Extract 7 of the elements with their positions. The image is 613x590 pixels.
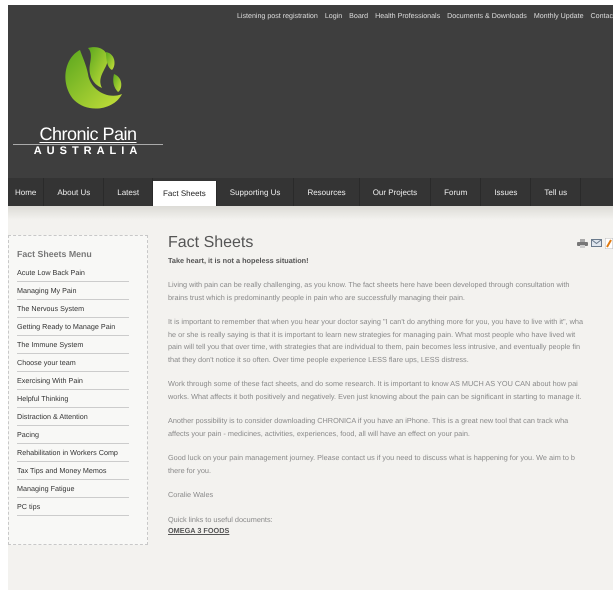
logo-title: Chronic Pain [39,124,137,145]
sidebar-title: Fact Sheets Menu [17,248,93,261]
print-icon[interactable] [577,238,588,248]
logo-subtitle: AUSTRALIA [34,145,142,157]
page-title: Fact Sheets [168,234,254,252]
nav-tab[interactable]: Fact Sheets [153,181,217,206]
email-icon[interactable] [591,239,602,247]
